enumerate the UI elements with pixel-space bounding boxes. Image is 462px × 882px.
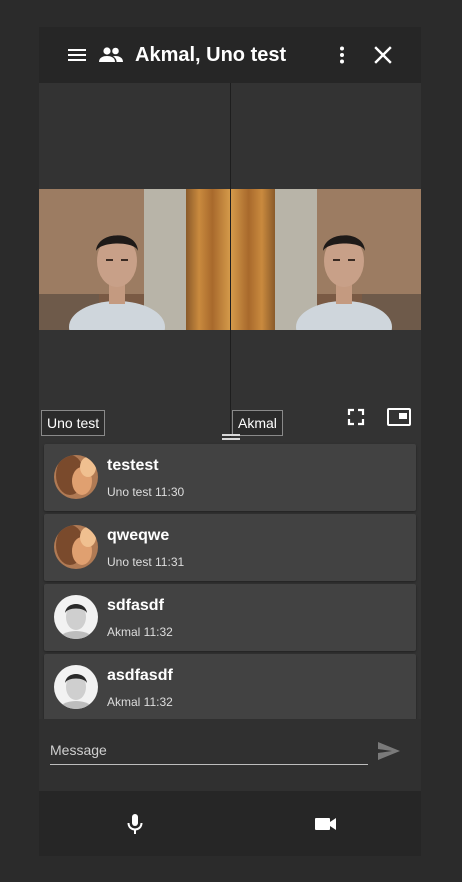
microphone-icon [127, 813, 142, 834]
videocam-icon [314, 817, 336, 830]
fullscreen-button[interactable] [344, 405, 368, 434]
message-item[interactable]: sdfasdf Akmal 11:32 [44, 584, 416, 651]
participant-name-tag: Akmal [232, 410, 283, 436]
avatar [54, 595, 98, 639]
message-list[interactable]: testest Uno test 11:30 qweqwe Uno test 1… [39, 439, 421, 719]
message-meta: Akmal 11:32 [107, 625, 173, 639]
message-item[interactable]: qweqwe Uno test 11:31 [44, 514, 416, 581]
message-text: sdfasdf [107, 597, 164, 614]
participant-name-tag: Uno test [41, 410, 106, 436]
message-input[interactable] [50, 736, 368, 765]
avatar [54, 665, 98, 709]
send-icon [378, 742, 400, 760]
camera-button[interactable] [230, 791, 421, 856]
message-composer [39, 719, 421, 791]
menu-icon [68, 49, 86, 61]
more-vert-icon [340, 46, 344, 64]
message-text: qweqwe [107, 527, 170, 544]
people-icon [99, 47, 123, 62]
video-feed-uno-test[interactable] [39, 189, 230, 330]
message-text: asdfasdf [107, 667, 173, 684]
menu-button[interactable] [65, 27, 89, 83]
video-area: Uno test Akmal [39, 83, 421, 439]
picture-in-picture-icon [387, 408, 411, 426]
chat-title: Akmal, Uno test [135, 44, 287, 66]
fullscreen-icon [347, 408, 365, 426]
close-button[interactable] [371, 27, 395, 83]
picture-in-picture-button[interactable] [386, 405, 412, 434]
avatar [54, 525, 98, 569]
message-item[interactable]: testest Uno test 11:30 [44, 444, 416, 511]
send-button[interactable] [376, 739, 402, 768]
avatar [54, 455, 98, 499]
message-item[interactable]: asdfasdf Akmal 11:32 [44, 654, 416, 719]
message-meta: Uno test 11:31 [107, 555, 185, 569]
video-divider [230, 83, 231, 437]
close-icon [374, 46, 392, 64]
message-text: testest [107, 457, 159, 474]
more-options-button[interactable] [330, 27, 354, 83]
header: Akmal, Uno test [39, 27, 421, 83]
call-controls [39, 791, 421, 856]
participants-button[interactable] [98, 27, 124, 83]
message-meta: Akmal 11:32 [107, 695, 173, 709]
microphone-button[interactable] [39, 791, 230, 856]
message-meta: Uno test 11:30 [107, 485, 185, 499]
video-feed-akmal[interactable] [231, 189, 421, 330]
chat-panel: Akmal, Uno test Uno test Akmal testest U… [39, 27, 421, 856]
